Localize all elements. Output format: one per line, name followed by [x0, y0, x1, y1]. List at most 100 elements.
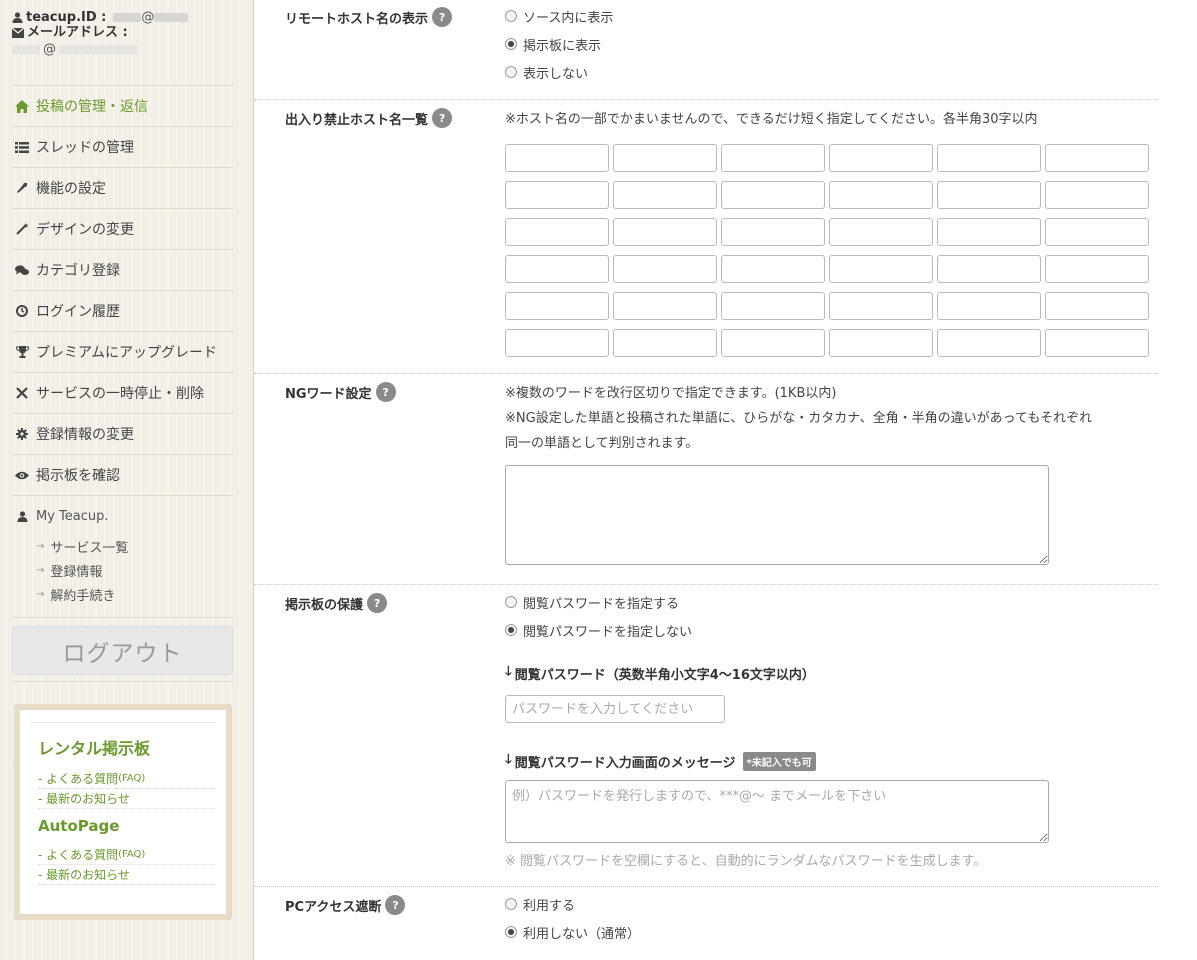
account-mail-label: メールアドレス : [27, 24, 128, 40]
radio-pc-block-use[interactable]: 利用する [505, 890, 640, 918]
banned-host-input[interactable] [1045, 181, 1149, 209]
optional-tag: *未記入でも可 [742, 751, 816, 771]
logout-button[interactable]: ログアウト [12, 626, 233, 675]
banned-host-input[interactable] [613, 144, 717, 172]
promo-rental-news-link[interactable]: - 最新のお知らせ [38, 789, 216, 809]
password-heading: 🡓 閲覧パスワード（英数半角小文字4〜16文字以内） [505, 664, 815, 683]
promo-autopage-news-link[interactable]: - 最新のお知らせ [38, 865, 216, 885]
account-id-label: teacup.ID : [26, 9, 107, 25]
banned-host-input[interactable] [937, 181, 1041, 209]
nav-item-posts[interactable]: 投稿の管理・返信 [12, 85, 233, 126]
radio-circle-selected [505, 624, 517, 636]
nav-item-premium[interactable]: プレミアムにアップグレード [12, 331, 233, 372]
banned-host-input[interactable] [613, 181, 717, 209]
banned-host-input[interactable] [613, 255, 717, 283]
help-icon[interactable]: ? [432, 108, 453, 128]
promo-rental-faq-link[interactable]: - よくある質問 (FAQ) [38, 769, 216, 789]
nav-item-account-settings[interactable]: 登録情報の変更 [12, 413, 233, 454]
promo-autopage-faq-link[interactable]: - よくある質問 (FAQ) [38, 845, 216, 865]
password-note: ※ 閲覧パスワードを空欄にすると、自動的にランダムなパスワードを生成します。 [505, 854, 987, 869]
my-teacup-item-cancel[interactable]: → 解約手続き [15, 582, 233, 606]
radio-circle [505, 596, 517, 608]
pc-block-label: PCアクセス遮断 [285, 899, 382, 915]
section-label: 掲示板の保護 ? [285, 593, 388, 613]
message-heading: 🡓 閲覧パスワード入力画面のメッセージ *未記入でも可 [505, 750, 1049, 772]
banned-host-input[interactable] [1045, 255, 1149, 283]
wrench-icon [15, 181, 29, 195]
banned-host-input[interactable] [829, 255, 933, 283]
banned-hosts-grid [505, 144, 1149, 357]
arrow-right-icon: → [36, 540, 45, 552]
ng-words-textarea[interactable] [505, 465, 1049, 565]
banned-host-input[interactable] [505, 181, 609, 209]
promo-autopage: AutoPage - よくある質問 (FAQ) - 最新のお知らせ [30, 817, 216, 885]
nav-item-label: 投稿の管理・返信 [36, 99, 148, 115]
banned-host-input[interactable] [829, 181, 933, 209]
banned-host-input[interactable] [937, 292, 1041, 320]
help-icon[interactable]: ? [432, 7, 453, 27]
banned-host-input[interactable] [505, 144, 609, 172]
nav-item-label: ログイン履歴 [36, 304, 120, 320]
help-icon[interactable]: ? [367, 593, 388, 613]
banned-host-input[interactable] [505, 292, 609, 320]
banned-hosts-label: 出入り禁止ホスト名一覧 [285, 112, 429, 128]
banned-host-input[interactable] [937, 255, 1041, 283]
banned-host-input[interactable] [1045, 329, 1149, 357]
nav-item-features[interactable]: 機能の設定 [12, 167, 233, 208]
radio-pc-block-off[interactable]: 利用しない（通常） [505, 918, 640, 946]
list-icon [15, 140, 29, 154]
arrow-down-icon: 🡓 [505, 664, 512, 679]
section-label: 出入り禁止ホスト名一覧 ? [285, 108, 453, 128]
sidebar-nav: 投稿の管理・返信 スレッドの管理 機能の設定 デザインの変更 カテゴリ登録 ログ… [12, 85, 233, 616]
banned-host-input[interactable] [505, 329, 609, 357]
nav-item-label: 掲示板を確認 [36, 468, 120, 484]
nav-item-suspend-delete[interactable]: サービスの一時停止・削除 [12, 372, 233, 413]
radio-set-password[interactable]: 閲覧パスワードを指定する [505, 588, 1049, 616]
banned-host-input[interactable] [721, 218, 825, 246]
my-teacup-item-registration[interactable]: → 登録情報 [15, 558, 233, 582]
radio-hide[interactable]: 表示しない [505, 58, 613, 86]
banned-host-input[interactable] [937, 329, 1041, 357]
banned-host-input[interactable] [721, 292, 825, 320]
radio-no-password[interactable]: 閲覧パスワードを指定しない [505, 616, 1049, 644]
radio-show-on-board[interactable]: 掲示板に表示 [505, 30, 613, 58]
banned-host-input[interactable] [1045, 144, 1149, 172]
nav-item-view-board[interactable]: 掲示板を確認 [12, 454, 233, 495]
my-teacup-item-services[interactable]: → サービス一覧 [15, 534, 233, 558]
logout-area: ログアウト [12, 617, 233, 682]
message-textarea[interactable] [505, 780, 1049, 843]
nav-item-label: カテゴリ登録 [36, 263, 120, 279]
banned-host-input[interactable] [937, 144, 1041, 172]
password-input[interactable] [505, 695, 725, 723]
help-icon[interactable]: ? [375, 382, 396, 402]
radio-show-in-source[interactable]: ソース内に表示 [505, 2, 613, 30]
banned-host-input[interactable] [721, 181, 825, 209]
banned-host-input[interactable] [721, 255, 825, 283]
banned-host-input[interactable] [829, 329, 933, 357]
nav-item-label: 機能の設定 [36, 181, 106, 197]
banned-host-input[interactable] [829, 292, 933, 320]
radio-circle [505, 898, 517, 910]
banned-host-input[interactable] [829, 218, 933, 246]
banned-host-input[interactable] [721, 329, 825, 357]
nav-item-threads[interactable]: スレッドの管理 [12, 126, 233, 167]
nav-item-category[interactable]: カテゴリ登録 [12, 249, 233, 290]
account-mail-at: @ [43, 41, 56, 57]
promo-rental: レンタル掲示板 - よくある質問 (FAQ) - 最新のお知らせ [30, 722, 216, 809]
nav-item-login-history[interactable]: ログイン履歴 [12, 290, 233, 331]
protection-label: 掲示板の保護 [285, 597, 364, 613]
banned-host-input[interactable] [1045, 292, 1149, 320]
help-icon[interactable]: ? [385, 895, 406, 915]
banned-host-input[interactable] [1045, 218, 1149, 246]
banned-host-input[interactable] [613, 292, 717, 320]
banned-host-input[interactable] [613, 329, 717, 357]
banned-host-input[interactable] [829, 144, 933, 172]
banned-host-input[interactable] [505, 255, 609, 283]
nav-item-design[interactable]: デザインの変更 [12, 208, 233, 249]
account-id-at: @ [141, 9, 155, 25]
banned-host-input[interactable] [613, 218, 717, 246]
banned-host-input[interactable] [721, 144, 825, 172]
chat-bubbles-icon [15, 263, 29, 277]
banned-host-input[interactable] [505, 218, 609, 246]
banned-host-input[interactable] [937, 218, 1041, 246]
